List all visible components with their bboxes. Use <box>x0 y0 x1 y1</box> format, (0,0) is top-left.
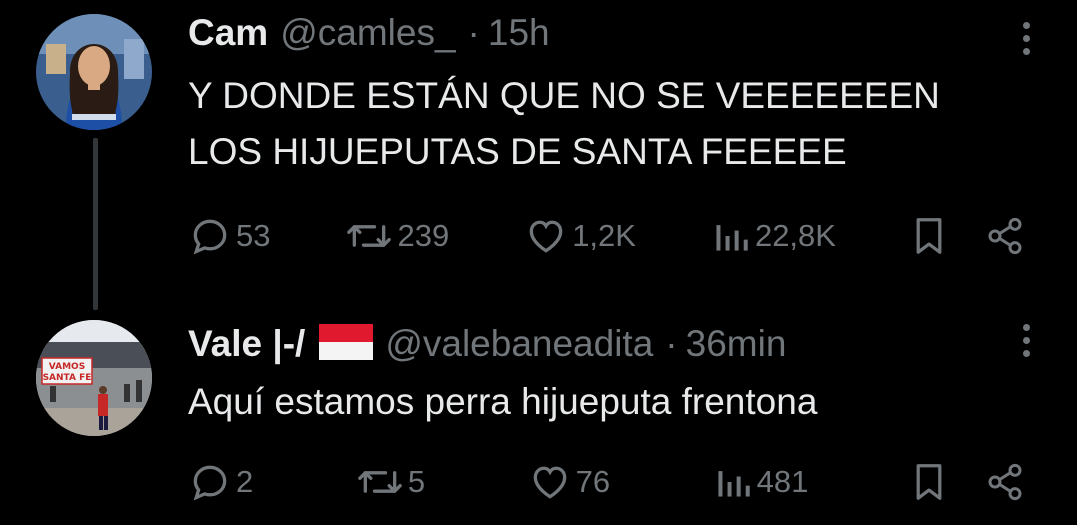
separator-dot: · <box>467 12 480 53</box>
action-group-right <box>911 460 1025 504</box>
retweet-icon <box>347 225 392 247</box>
timestamp[interactable]: 36min <box>686 323 787 365</box>
tweet-text: Y DONDE ESTÁN QUE NO SE VEEEEEEEN LOS HI… <box>188 75 940 172</box>
reply-count: 2 <box>236 464 254 499</box>
tweet-header: Vale |-/ @valebaneadita · 36min <box>188 320 786 365</box>
separator-dot: · <box>665 323 678 364</box>
user-handle[interactable]: @valebaneadita <box>385 323 653 365</box>
action-bar: 53 239 1,2K 22,8K <box>188 214 1025 258</box>
like-button[interactable]: 1,2K <box>524 214 636 258</box>
reply-button[interactable]: 53 <box>188 214 270 258</box>
tweet-text: Aquí estamos perra hijueputa frentona <box>188 381 818 422</box>
share-icon[interactable] <box>985 214 1025 258</box>
heart-icon <box>529 220 563 253</box>
retweet-button[interactable]: 5 <box>356 460 425 504</box>
more-options-icon[interactable] <box>1021 324 1031 357</box>
avatar[interactable] <box>36 14 152 130</box>
reply-icon <box>193 465 227 501</box>
heart-icon <box>533 466 566 499</box>
action-bar: 2 5 76 481 <box>188 460 1025 504</box>
reply-button[interactable]: 2 <box>188 460 253 504</box>
share-icon[interactable] <box>985 460 1025 504</box>
retweet-count: 5 <box>407 464 426 499</box>
bookmark-icon[interactable] <box>911 460 947 504</box>
views-button[interactable]: 481 <box>713 460 809 504</box>
user-handle[interactable]: @camles_ <box>280 12 455 54</box>
reply-icon <box>193 219 227 255</box>
svg-text:VAMOS: VAMOS <box>49 362 85 372</box>
bookmark-icon[interactable] <box>911 214 947 258</box>
views-icon <box>716 225 748 251</box>
retweet-button[interactable]: 239 <box>345 214 449 258</box>
display-name[interactable]: Cam <box>188 12 268 54</box>
indonesia-flag-emoji <box>319 324 374 360</box>
views-button[interactable]: 22,8K <box>711 214 836 258</box>
tweet-header: Cam @camles_ · 15h <box>188 12 550 54</box>
views-icon <box>718 471 750 497</box>
reply-count: 53 <box>236 218 271 253</box>
display-name[interactable]: Vale |-/ <box>188 323 305 365</box>
avatar[interactable]: VAMOS SANTA FE <box>36 320 152 436</box>
retweet-icon <box>357 471 402 493</box>
more-options-icon[interactable] <box>1021 22 1031 55</box>
view-count: 22,8K <box>754 218 836 253</box>
action-group-right <box>911 214 1025 258</box>
like-count: 1,2K <box>572 218 636 253</box>
timestamp[interactable]: 15h <box>488 12 550 54</box>
like-count: 76 <box>575 464 611 499</box>
svg-text:SANTA FE: SANTA FE <box>43 373 92 383</box>
retweet-count: 239 <box>397 218 450 253</box>
view-count: 481 <box>756 464 809 499</box>
tweet[interactable]: Cam @camles_ · 15h Y DONDE ESTÁN QUE NO … <box>0 0 1077 290</box>
like-button[interactable]: 76 <box>528 460 610 504</box>
tweet[interactable]: VAMOS SANTA FE Vale |-/ @valebaneadita ·… <box>0 310 1077 525</box>
